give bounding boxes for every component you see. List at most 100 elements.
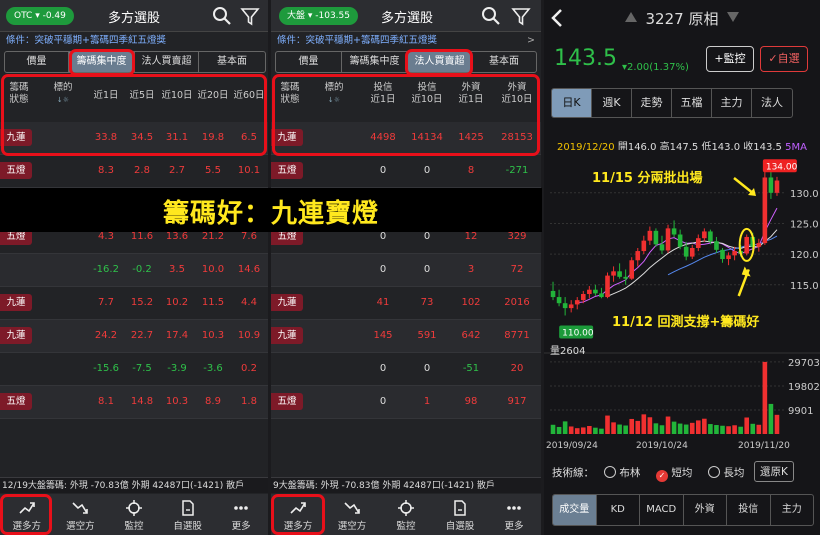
- candle-body: [593, 289, 598, 294]
- option-long-ma[interactable]: 長均: [708, 465, 744, 480]
- table-cell: 13.6: [165, 231, 189, 242]
- index-pill[interactable]: 大盤 ▾ -103.55: [279, 7, 358, 25]
- table-cell: 0: [423, 165, 431, 176]
- tab-trend[interactable]: 走勢: [632, 89, 672, 117]
- table-cell: 8: [467, 165, 475, 176]
- nav-item[interactable]: 選空方: [325, 494, 379, 535]
- nav-item[interactable]: 更多: [214, 494, 268, 535]
- tab-weekly-k[interactable]: 週K: [592, 89, 632, 117]
- table-row[interactable]: -16.2 -0.2 3.5 10.0 14.6: [0, 254, 268, 287]
- volume-bar: [568, 426, 574, 434]
- tab-fundamentals[interactable]: 基本面: [199, 52, 265, 72]
- candle-body: [762, 177, 768, 244]
- nav-item[interactable]: 監控: [107, 494, 161, 535]
- table-cell: 8.9: [205, 396, 221, 407]
- nav-item[interactable]: 自選股: [161, 494, 215, 535]
- volume-bar: [702, 418, 707, 434]
- tab-price-volume[interactable]: 價量: [5, 52, 69, 72]
- nav-item[interactable]: 監控: [379, 494, 433, 535]
- monitor-button[interactable]: +監控: [706, 46, 754, 72]
- candle-body: [665, 228, 671, 251]
- high-label: 134.00: [766, 162, 798, 172]
- tab-macd[interactable]: MACD: [640, 495, 684, 525]
- indicator-label: 技術線：: [552, 467, 594, 479]
- table-cell: 0: [379, 264, 387, 275]
- search-icon[interactable]: [481, 6, 501, 26]
- filter-icon[interactable]: [240, 6, 260, 26]
- tab-chip-concentration[interactable]: 籌碼集中度: [342, 52, 408, 72]
- table-row[interactable]: 九蓮 145 591 642 8771: [271, 320, 541, 353]
- highlight-tab: [405, 49, 473, 76]
- tab-foreign[interactable]: 外資: [684, 495, 727, 525]
- table-cell: 72: [510, 264, 524, 275]
- condition-bar[interactable]: 條件：突破平穩期+籌碼四季紅五燈獎: [0, 33, 268, 49]
- table-row[interactable]: 五燈 0 0 8 -271: [271, 155, 541, 188]
- option-bollinger[interactable]: 布林: [604, 465, 640, 480]
- tab-daily-k[interactable]: 日K: [552, 89, 592, 117]
- tab-kd[interactable]: KD: [597, 495, 640, 525]
- tab-five-levels[interactable]: 五檔: [672, 89, 712, 117]
- nav-item[interactable]: 選空方: [54, 494, 108, 535]
- table-cell: 73: [420, 297, 434, 308]
- tab-main[interactable]: 主力: [771, 495, 814, 525]
- table-row[interactable]: -15.6 -7.5 -3.9 -3.6 0.2: [0, 353, 268, 386]
- table-row[interactable]: 九蓮 24.2 22.7 17.4 10.3 10.9: [0, 320, 268, 353]
- volume-bar: [732, 425, 737, 434]
- watchlist-button[interactable]: ✓自選: [760, 46, 808, 72]
- table-row[interactable]: 0 0 3 72: [271, 254, 541, 287]
- table-cell: 10.2: [165, 297, 189, 308]
- nav-label: 自選股: [445, 521, 475, 532]
- k-line-chart[interactable]: 130.0 125.0 120.0 115.0 134.00 110.00 11/15 分兩…: [544, 150, 820, 458]
- table-cell: 2.8: [134, 165, 150, 176]
- table-row[interactable]: 五燈 0 1 98 917: [271, 386, 541, 419]
- tab-institutional[interactable]: 法人: [752, 89, 792, 117]
- tab-trust[interactable]: 投信: [727, 495, 771, 525]
- tab-volume[interactable]: 成交量: [553, 495, 597, 525]
- candle-body: [580, 294, 586, 301]
- more-icon: [234, 506, 248, 510]
- highlight-nav: [0, 494, 52, 535]
- table-cell: 24.2: [94, 330, 118, 341]
- watchlist-icon: [454, 500, 466, 516]
- table-cell: 1: [423, 396, 431, 407]
- search-icon[interactable]: [212, 6, 232, 26]
- index-pill[interactable]: OTC ▾ -0.49: [6, 7, 74, 25]
- nav-item[interactable]: 自選股: [433, 494, 487, 535]
- table-row[interactable]: 五燈 8.1 14.8 10.3 8.9 1.8: [0, 386, 268, 419]
- restore-k-button[interactable]: 還原K: [754, 461, 794, 482]
- ticker-text: 12/19大盤籌碼: 外現 -70.83億 外期 42487口(-1421) 散…: [2, 481, 245, 491]
- nav-item[interactable]: 更多: [487, 494, 541, 535]
- volume-bar: [574, 428, 580, 434]
- nav-label: 監控: [396, 521, 416, 532]
- table-cell: 8.3: [98, 165, 114, 176]
- table-cell: -15.6: [93, 363, 119, 374]
- candle-body: [556, 297, 562, 304]
- table-row[interactable]: 0 0 -51 20: [271, 353, 541, 386]
- candle-body: [611, 271, 616, 276]
- condition-text: 條件：突破平穩期+籌碼四季紅五燈獎: [6, 35, 166, 46]
- volume-bar: [605, 415, 610, 434]
- tab-fundamentals[interactable]: 基本面: [472, 52, 536, 72]
- option-short-ma[interactable]: ✓ 短均: [656, 465, 692, 482]
- nav-label: 選空方: [337, 521, 367, 532]
- next-stock-icon[interactable]: [726, 10, 740, 24]
- condition-bar[interactable]: 條件：突破平穩期+籌碼四季紅五燈獎 >: [271, 33, 541, 49]
- table-row[interactable]: 五燈 8.3 2.8 2.7 5.5 10.1: [0, 155, 268, 188]
- volume-bar: [677, 423, 683, 434]
- tab-price-volume[interactable]: 價量: [276, 52, 342, 72]
- top-bar: OTC ▾ -0.49 多方選股: [0, 0, 268, 32]
- table-row[interactable]: 九蓮 41 73 102 2016: [271, 287, 541, 320]
- candle-body: [720, 249, 725, 260]
- page-title: 多方選股: [381, 11, 434, 26]
- tab-institutional[interactable]: 法人買賣超: [135, 52, 199, 72]
- table-row[interactable]: 九蓮 7.7 15.2 10.2 11.5 4.4: [0, 287, 268, 320]
- volume-bar: [587, 425, 592, 434]
- volume-bar: [708, 424, 713, 434]
- volume-bar: [647, 417, 653, 434]
- filter-icon[interactable]: [511, 6, 531, 26]
- monitor-icon: [125, 500, 142, 516]
- restore-label: 還原K: [760, 466, 788, 478]
- volume-bar: [623, 425, 628, 434]
- tab-main-force[interactable]: 主力: [712, 89, 752, 117]
- table-cell: 41: [376, 297, 390, 308]
